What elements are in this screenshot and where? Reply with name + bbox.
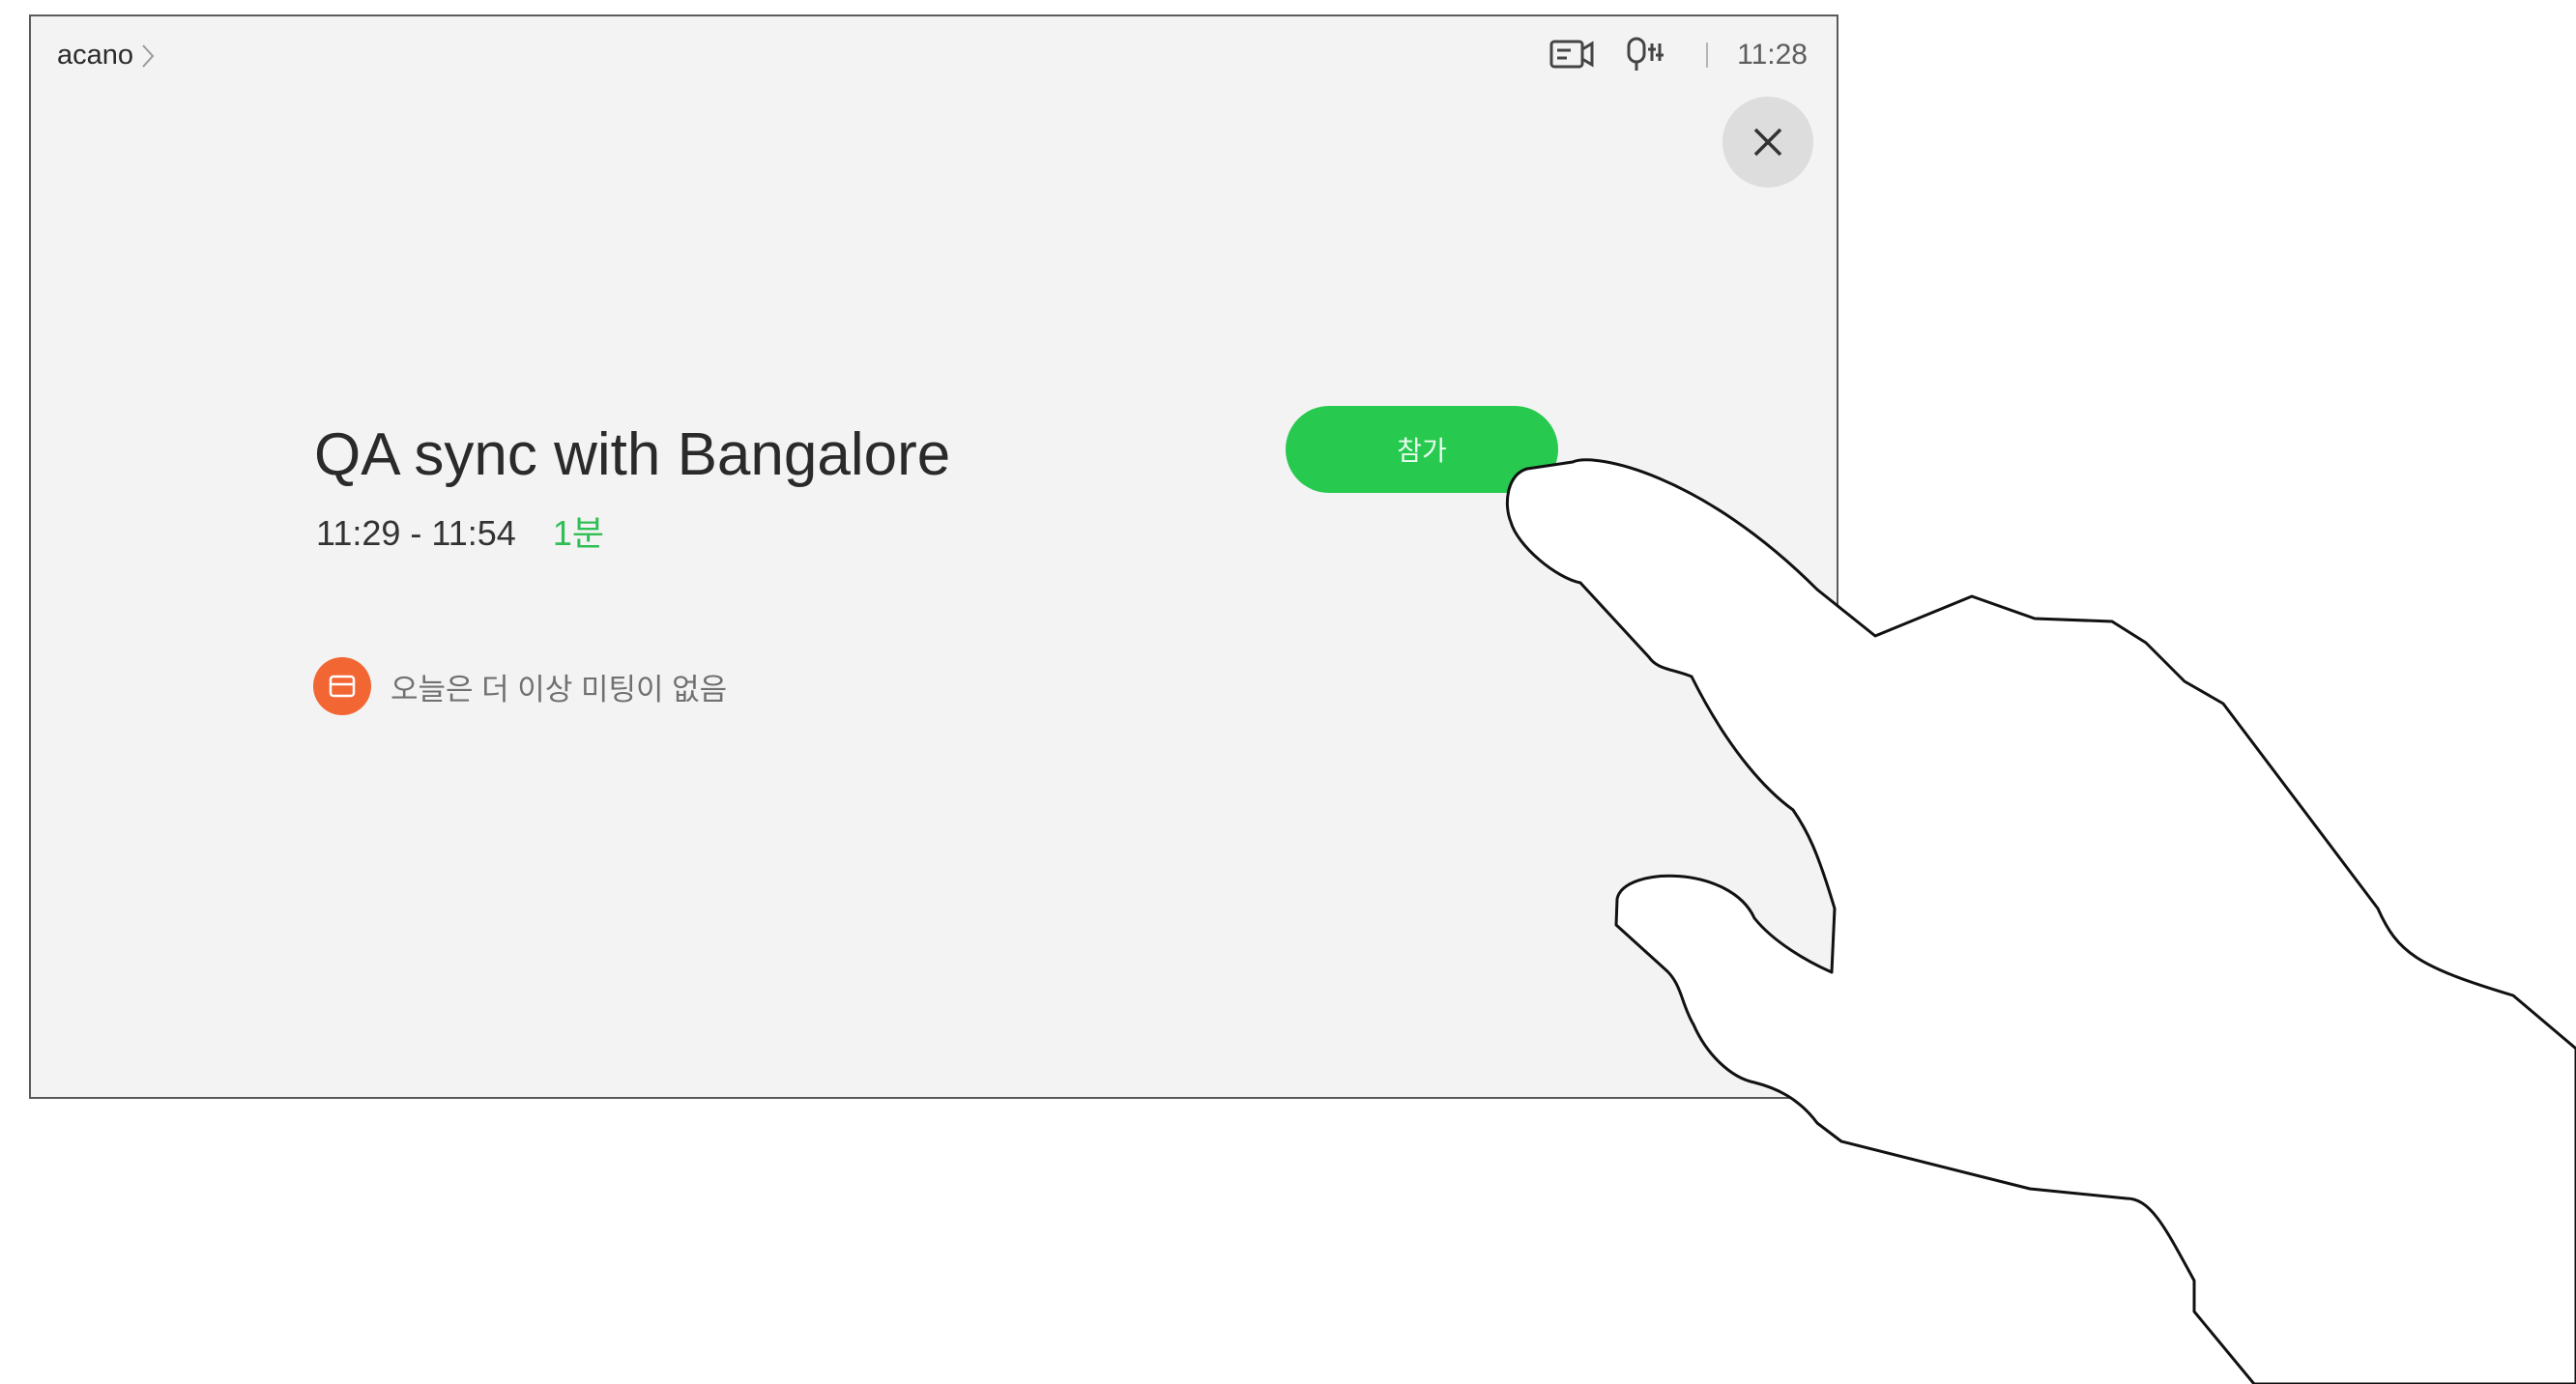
- meeting-time-range: 11:29 - 11:54: [316, 513, 516, 553]
- status-divider: [1706, 43, 1709, 68]
- touch-screen: acano 11:28 QA sync with Bangalore 11:29…: [29, 14, 1838, 1099]
- no-more-meetings-text: 오늘은 더 이상 미팅이 없음: [391, 672, 728, 706]
- device-name-link[interactable]: acano: [57, 40, 155, 72]
- no-more-meetings-notice: 오늘은 더 이상 미팅이 없음: [313, 657, 727, 715]
- chevron-right-icon: [142, 43, 155, 68]
- close-button[interactable]: [1722, 97, 1813, 187]
- meeting-starts-in: 1분: [552, 513, 604, 553]
- status-area: 11:28: [1548, 36, 1808, 74]
- self-view-camera-icon[interactable]: [1548, 36, 1596, 74]
- clock: 11:28: [1737, 39, 1808, 71]
- status-bar: acano 11:28: [31, 16, 1837, 94]
- device-name-label: acano: [57, 40, 134, 71]
- join-button[interactable]: 참가: [1286, 406, 1558, 493]
- meeting-time: 11:29 - 11:54 1분: [316, 505, 604, 556]
- close-icon: [1753, 128, 1782, 157]
- calendar-icon: [313, 657, 371, 715]
- meeting-title: QA sync with Bangalore: [314, 421, 951, 488]
- microphone-icon[interactable]: [1623, 36, 1671, 74]
